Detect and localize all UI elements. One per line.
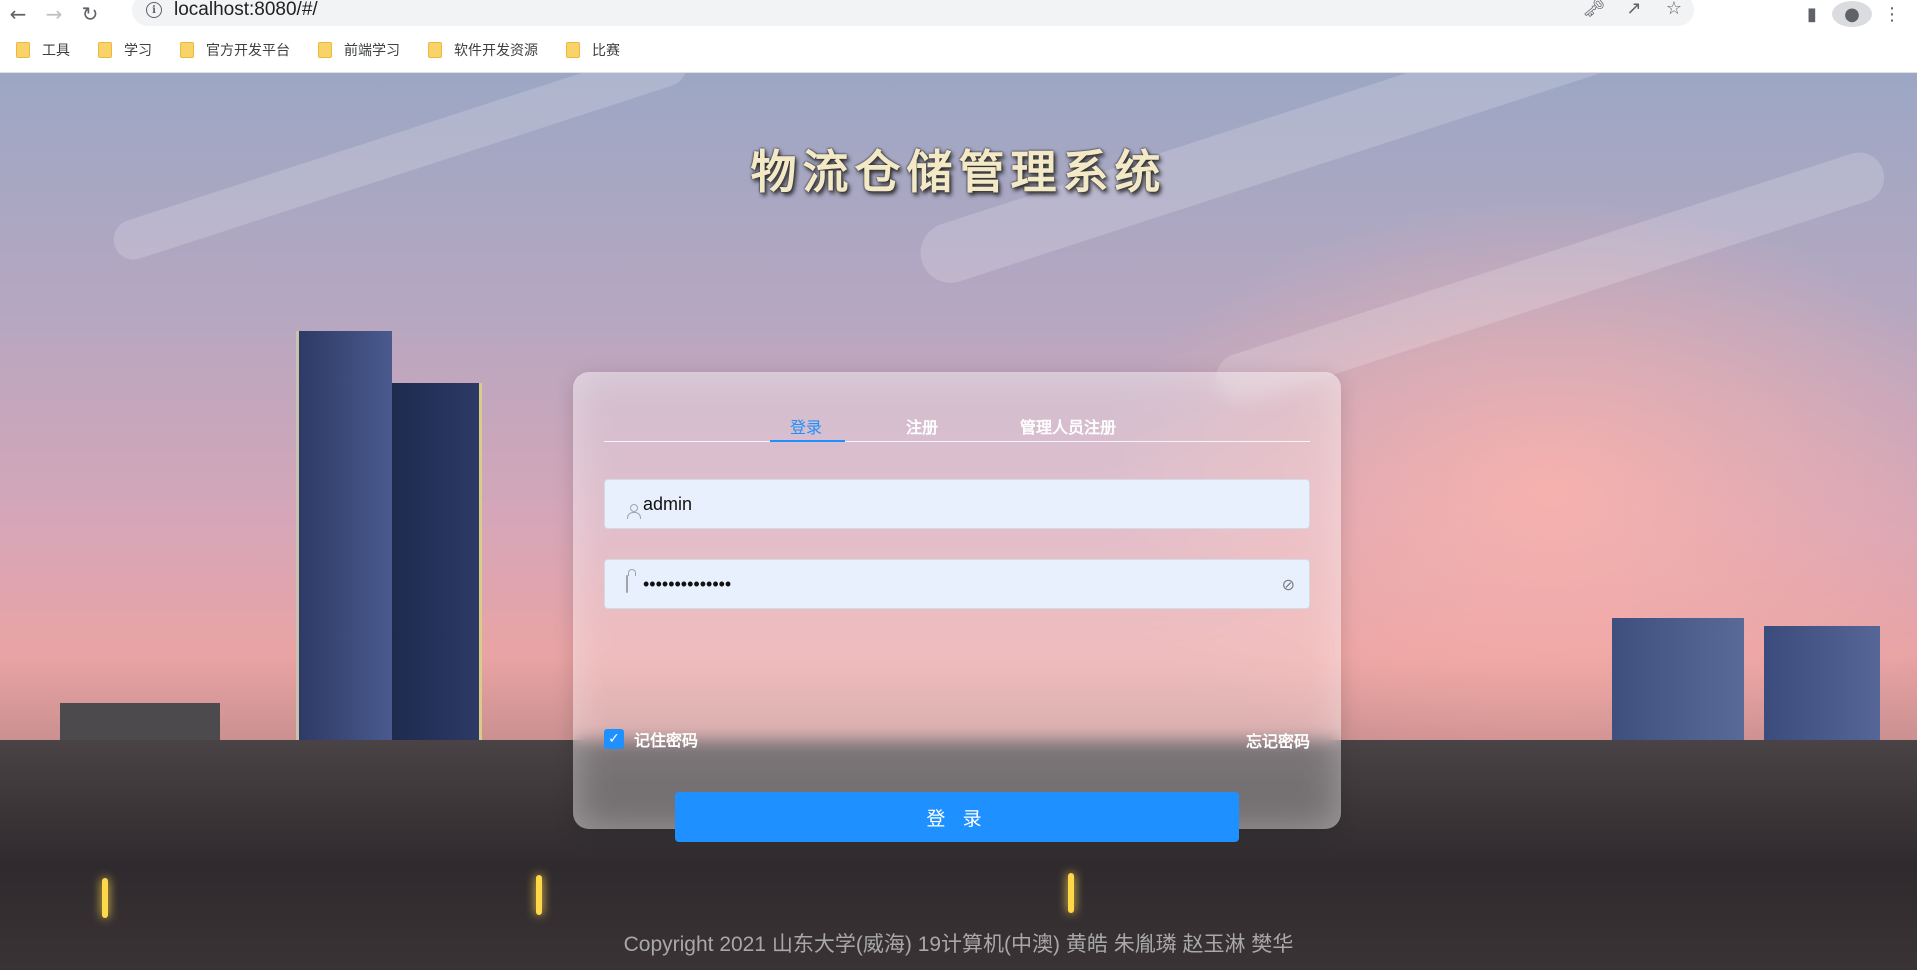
bookmark-folder-contest[interactable]: 比赛 <box>566 40 620 60</box>
side-panel-icon[interactable]: ▮ <box>1792 4 1832 25</box>
bookmark-label: 软件开发资源 <box>454 43 538 59</box>
page-title: 物流仓储管理系统 <box>750 145 1167 199</box>
address-bar[interactable]: i localhost:8080/#/ 🗝 ↗ ☆ <box>132 0 1694 26</box>
tab-login[interactable]: 登录 <box>790 414 822 438</box>
bookmarks-bar: 工具 学习 官方开发平台 前端学习 软件开发资源 比赛 <box>0 28 1917 73</box>
auth-tabs: 登录 注册 管理人员注册 <box>604 402 1310 442</box>
bookmark-folder-tools[interactable]: 工具 <box>16 40 70 60</box>
folder-icon <box>98 42 112 58</box>
forgot-password-link[interactable]: 忘记密码 <box>1246 728 1310 752</box>
background-lamp <box>102 878 108 918</box>
background-tower <box>296 331 392 781</box>
background-lamp <box>1068 873 1074 913</box>
eye-slash-icon[interactable]: ⊘ <box>1282 575 1295 594</box>
password-input[interactable] <box>643 573 1243 595</box>
login-card: 登录 注册 管理人员注册 ⊘ ✓ 记住密码 忘记密码 登 录 <box>573 372 1341 842</box>
folder-icon <box>318 42 332 58</box>
background-lamp <box>536 875 542 915</box>
bookmark-folder-study[interactable]: 学习 <box>98 40 152 60</box>
bookmark-label: 工具 <box>42 43 70 59</box>
folder-icon <box>566 42 580 58</box>
username-field[interactable] <box>604 479 1310 529</box>
bookmark-folder-dev-platform[interactable]: 官方开发平台 <box>180 40 290 60</box>
browser-toolbar: ← → ↻ i localhost:8080/#/ 🗝 ↗ ☆ ▮ ● ⋮ <box>0 0 1917 28</box>
key-icon[interactable]: 🗝 <box>1574 0 1614 19</box>
kebab-menu-icon[interactable]: ⋮ <box>1872 4 1912 25</box>
bookmark-label: 官方开发平台 <box>206 43 290 59</box>
remember-password-label: 记住密码 <box>634 731 699 750</box>
login-page: 物流仓储管理系统 登录 注册 管理人员注册 ⊘ ✓ 记住密码 忘记密码 登 录 … <box>0 73 1917 970</box>
bookmark-folder-dev-resources[interactable]: 软件开发资源 <box>428 40 538 60</box>
bookmark-label: 比赛 <box>592 43 620 59</box>
tab-admin-register[interactable]: 管理人员注册 <box>1020 414 1116 438</box>
username-input[interactable] <box>643 493 1243 515</box>
active-tab-indicator <box>770 440 845 442</box>
info-icon[interactable]: i <box>146 2 162 18</box>
profile-button-wrap: ● <box>1832 1 1872 27</box>
tab-register[interactable]: 注册 <box>906 414 938 438</box>
copyright-footer: Copyright 2021 山东大学(威海) 19计算机(中澳) 黄皓 朱胤璘… <box>623 933 1294 956</box>
bookmark-label: 前端学习 <box>344 43 400 59</box>
reload-icon[interactable]: ↻ <box>72 0 108 28</box>
background-tower <box>392 383 482 783</box>
back-arrow-icon[interactable]: ← <box>0 0 36 28</box>
password-field[interactable]: ⊘ <box>604 559 1310 609</box>
folder-icon <box>16 42 30 58</box>
login-button[interactable]: 登 录 <box>675 792 1239 842</box>
star-icon[interactable]: ☆ <box>1654 0 1694 19</box>
folder-icon <box>428 42 442 58</box>
lock-icon <box>619 575 635 593</box>
url-text[interactable]: localhost:8080/#/ <box>174 0 318 21</box>
remember-password[interactable]: ✓ 记住密码 <box>604 727 698 751</box>
bookmark-folder-frontend[interactable]: 前端学习 <box>318 40 400 60</box>
folder-icon <box>180 42 194 58</box>
check-icon[interactable]: ✓ <box>604 729 624 749</box>
profile-icon[interactable]: ● <box>1832 1 1872 27</box>
bookmark-label: 学习 <box>124 43 152 59</box>
forward-arrow-icon[interactable]: → <box>36 0 72 28</box>
share-icon[interactable]: ↗ <box>1614 0 1654 19</box>
